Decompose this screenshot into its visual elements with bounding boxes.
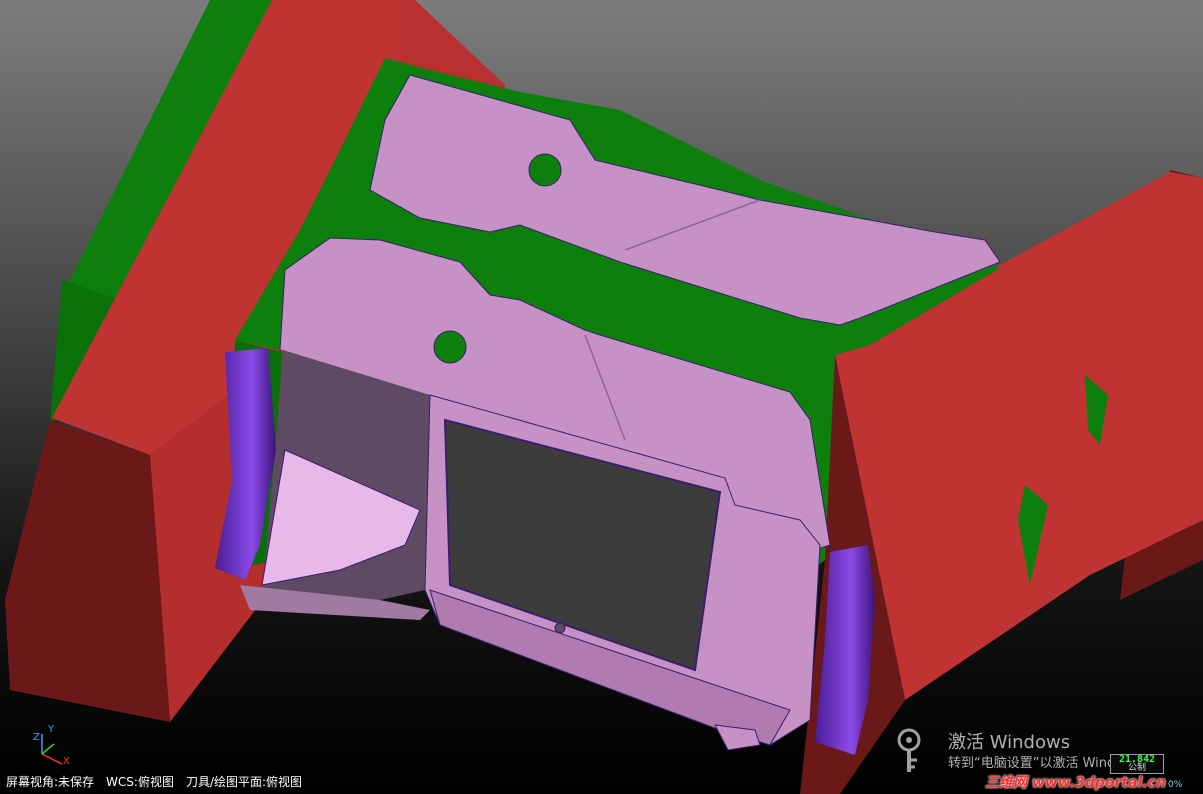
3d-viewport[interactable] — [0, 0, 1203, 794]
axis-label-y: Y — [48, 724, 55, 735]
windows-activation-watermark: 激活 Windows 转到“电脑设置”以激活 Windows。 — [895, 726, 1154, 776]
axis-label-z: Z — [33, 732, 40, 743]
site-watermark: 三维网 www.3dportal.cn — [985, 775, 1166, 791]
scale-indicator: 21.842 公制 — [1110, 754, 1164, 774]
status-bar: 屏幕视角:未保存 WCS:俯视图 刀具/绘图平面:俯视图 — [0, 768, 426, 794]
view-status[interactable]: 屏幕视角:未保存 — [6, 773, 94, 790]
activation-title: 激活 Windows — [948, 732, 1071, 753]
tool-plane-status[interactable]: 刀具/绘图平面:俯视图 — [186, 773, 302, 790]
model-canvas[interactable] — [0, 0, 1203, 794]
key-icon — [897, 728, 921, 772]
wcs-status[interactable]: WCS:俯视图 — [106, 773, 174, 790]
corner-percent: 0% — [1168, 780, 1183, 790]
axis-label-x: X — [63, 756, 70, 767]
axis-triad: Y Z X — [28, 724, 78, 770]
